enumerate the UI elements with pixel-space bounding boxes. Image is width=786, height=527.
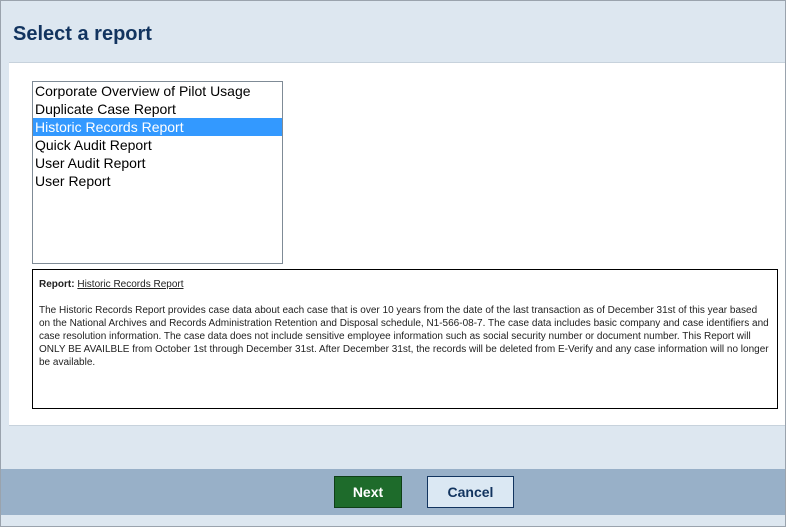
report-option[interactable]: Quick Audit Report: [33, 136, 282, 154]
report-option[interactable]: User Audit Report: [33, 154, 282, 172]
page-header: Select a report: [1, 1, 785, 55]
report-description-box: Report: Historic Records Report The Hist…: [32, 269, 778, 409]
report-option[interactable]: Corporate Overview of Pilot Usage: [33, 82, 282, 100]
report-option[interactable]: Duplicate Case Report: [33, 100, 282, 118]
report-option[interactable]: User Report: [33, 172, 282, 190]
next-button[interactable]: Next: [334, 476, 402, 508]
selected-report-name: Historic Records Report: [77, 279, 184, 290]
report-option-selected[interactable]: Historic Records Report: [33, 118, 282, 136]
bottom-strip: [1, 515, 785, 526]
main-content: Corporate Overview of Pilot Usage Duplic…: [9, 62, 785, 426]
lower-band: [1, 427, 785, 469]
page-title: Select a report: [13, 23, 152, 45]
cancel-button[interactable]: Cancel: [427, 476, 514, 508]
report-listbox[interactable]: Corporate Overview of Pilot Usage Duplic…: [32, 81, 283, 264]
report-description-text: The Historic Records Report provides cas…: [39, 305, 769, 368]
report-label: Report:: [39, 279, 75, 290]
report-description-heading: Report: Historic Records Report: [39, 278, 771, 291]
